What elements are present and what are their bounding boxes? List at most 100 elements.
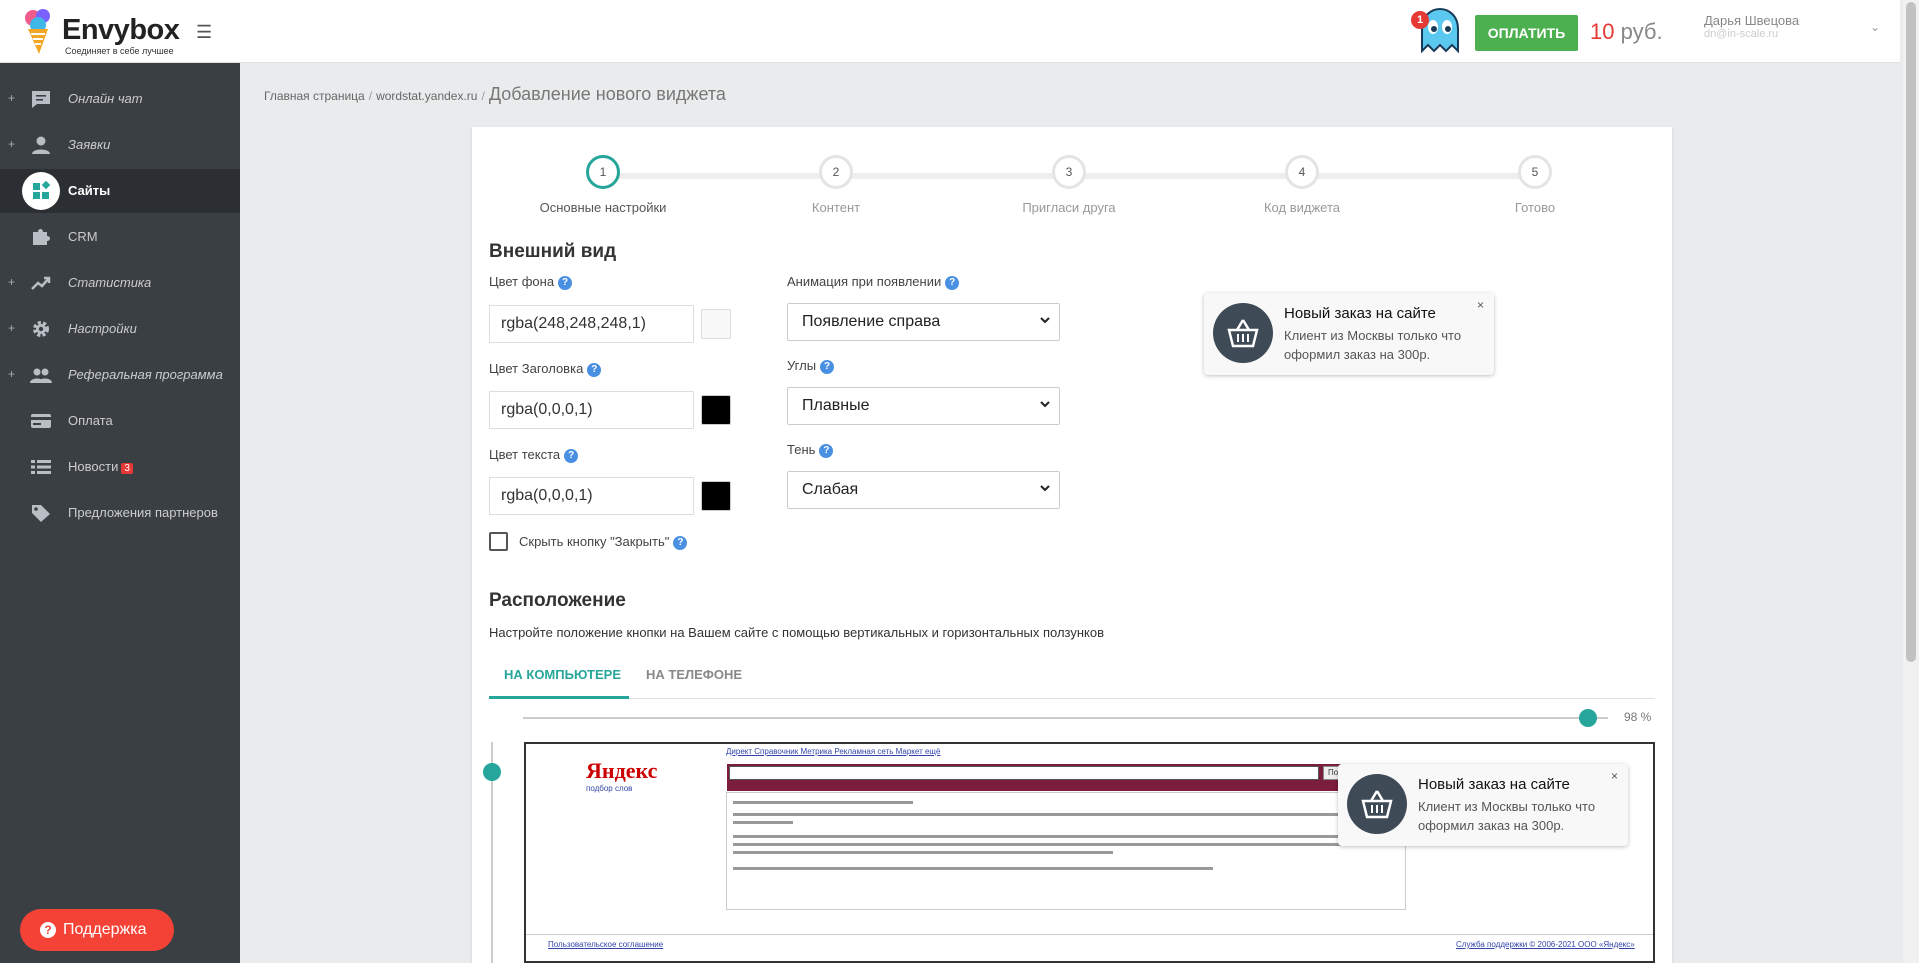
preview-widget-toast[interactable]: Новый заказ на сайте Клиент из Москвы то… [1338,764,1628,846]
step-4[interactable]: 4 [1285,155,1319,189]
bg-color-input[interactable]: rgba(248,248,248,1) [489,305,694,343]
site-preview: Директ Справочник Метрика Рекламная сеть… [524,742,1655,963]
bg-color-swatch[interactable] [701,309,731,339]
help-icon[interactable]: ? [558,275,573,290]
sidebar-item-label: CRM [68,229,98,244]
ice-cream-logo-icon [25,9,50,54]
corners-select[interactable]: Плавные [787,387,1060,425]
step-3-label: Пригласи друга [1022,200,1116,215]
heading-color-input[interactable]: rgba(0,0,0,1) [489,391,694,429]
step-2[interactable]: 2 [819,155,853,189]
people-icon [30,368,52,383]
tab-desktop[interactable]: НА КОМПЬЮТЕРЕ [504,667,621,682]
close-icon[interactable]: × [1611,769,1618,783]
preview-text-line [733,843,1373,846]
help-icon[interactable]: ? [819,443,834,458]
animation-select[interactable]: Появление справа [787,303,1060,341]
balance-amount: 10 [1590,19,1615,44]
sidebar-item-online-chat[interactable]: + Онлайн чат [0,77,240,121]
basket-icon [1347,774,1407,834]
horizontal-slider-track[interactable] [523,717,1608,719]
step-3[interactable]: 3 [1052,155,1086,189]
preview-text-line [733,801,913,804]
hide-close-checkbox[interactable] [489,532,508,551]
sidebar-item-label: Сайты [68,183,111,198]
user-email: dn@in-scale.ru [1704,28,1779,40]
widget-preview-toast: Новый заказ на сайте Клиент из Москвы то… [1204,293,1494,375]
heading-color-label-text: Цвет Заголовка [489,361,584,376]
sidebar-item-requests[interactable]: + Заявки [0,123,240,167]
envybox-logo[interactable]: Envybox Соединяет в себе лучшее [18,6,180,56]
sidebar-item-statistics[interactable]: + Статистика [0,261,240,305]
sidebar-item-label: Заявки [68,137,111,152]
step-5-label: Готово [1514,200,1556,215]
toast-title: Новый заказ на сайте [1284,305,1436,322]
expand-plus-icon[interactable]: + [8,137,15,151]
puzzle-icon [33,229,50,245]
active-tab-indicator [489,696,629,699]
horizontal-slider-value: 98 % [1624,710,1652,724]
sidebar-item-partners[interactable]: Предложения партнеров [0,491,240,535]
trend-icon [31,276,51,290]
chevron-down-icon [1040,401,1050,408]
animation-label-text: Анимация при появлении [787,274,942,289]
text-color-input[interactable]: rgba(0,0,0,1) [489,477,694,515]
sidebar-item-label: Предложения партнеров [68,505,218,520]
text-color-swatch[interactable] [701,481,731,511]
tabs-divider [489,698,1655,699]
step-5[interactable]: 5 [1518,155,1552,189]
help-icon[interactable]: ? [820,359,835,374]
page-scrollbar[interactable] [1903,0,1919,963]
sidebar-item-payment[interactable]: Оплата [0,399,240,443]
position-title: Расположение [489,590,626,611]
gear-icon [33,321,49,337]
heading-color-swatch[interactable] [701,395,731,425]
preview-text-line [733,835,1373,838]
preview-top-links: Директ Справочник Метрика Рекламная сеть… [726,747,941,756]
news-count-badge: 3 [121,463,133,474]
expand-plus-icon[interactable]: + [8,367,15,381]
expand-plus-icon[interactable]: + [8,275,15,289]
corners-label-text: Углы [787,358,817,373]
sidebar-item-referral[interactable]: + Реферальная программа [0,353,240,397]
sidebar-item-settings[interactable]: + Настройки [0,307,240,351]
user-menu-chevron-icon[interactable]: ⌄ [1870,20,1880,34]
shadow-select[interactable]: Слабая [787,471,1060,509]
question-icon: ? [40,922,56,938]
sidebar-item-sites[interactable]: Сайты [0,169,240,213]
tab-phone[interactable]: НА ТЕЛЕФОНЕ [646,667,742,682]
preview-footer-right: Служба поддержки © 2006-2021 ООО «Яндекс… [1456,940,1635,949]
menu-toggle-icon[interactable]: ☰ [196,22,212,43]
toast-text: Клиент из Москвы только что оформил зака… [1284,328,1462,362]
help-icon[interactable]: ? [945,275,960,290]
sidebar-item-crm[interactable]: CRM [0,215,240,259]
sidebar-item-news[interactable]: Новости 3 [0,445,240,489]
scrollbar-thumb[interactable] [1906,2,1916,662]
help-icon[interactable]: ? [587,362,602,377]
close-icon[interactable]: × [1477,298,1484,312]
pay-button[interactable]: ОПЛАТИТЬ [1475,15,1578,51]
breadcrumb-home[interactable]: Главная страница [264,89,365,103]
preview-text-line [733,821,793,824]
position-description: Настройте положение кнопки на Вашем сайт… [489,625,1104,640]
step-1[interactable]: 1 [586,155,620,189]
expand-plus-icon[interactable]: + [8,91,15,105]
user-name[interactable]: Дарья Швецова [1704,13,1799,28]
horizontal-slider-handle[interactable] [1579,709,1597,727]
hide-close-label-text: Скрыть кнопку "Закрыть" [519,534,670,549]
chevron-down-icon [1040,317,1050,324]
help-icon[interactable]: ? [673,535,688,550]
breadcrumb-separator: / [481,89,485,103]
preview-text-line [733,867,1213,870]
animation-select-value: Появление справа [802,313,941,330]
appearance-title: Внешний вид [489,241,617,262]
sidebar-item-label: Настройки [68,321,137,336]
vertical-slider-handle[interactable] [483,763,501,781]
breadcrumb-site[interactable]: wordstat.yandex.ru [376,89,477,103]
support-button[interactable]: ? Поддержка [20,909,174,951]
expand-plus-icon[interactable]: + [8,321,15,335]
step-4-label: Код виджета [1263,200,1340,215]
help-icon[interactable]: ? [564,448,579,463]
breadcrumb-separator: / [368,89,373,103]
step-1-label: Основные настройки [539,200,667,215]
